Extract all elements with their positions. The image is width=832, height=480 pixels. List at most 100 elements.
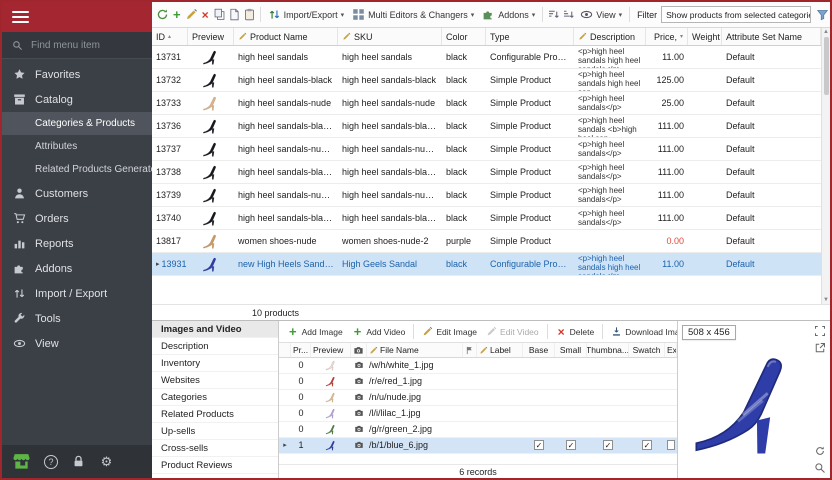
product-row[interactable]: 13817women shoes-nudewomen shoes-nude-2p… xyxy=(152,230,821,253)
edit-video-button[interactable]: Edit Video xyxy=(483,324,542,339)
image-row[interactable]: ▸1/b/1/blue_6.jpg✓✓✓✓ xyxy=(279,438,677,454)
open-external-icon[interactable] xyxy=(814,342,826,354)
scroll-down-icon[interactable]: ▼ xyxy=(823,297,829,303)
thumbnail-checkbox[interactable]: ✓ xyxy=(603,440,613,450)
import-export-button[interactable]: Import/Export ▾ xyxy=(265,6,348,23)
tab-categories[interactable]: Categories xyxy=(152,389,278,406)
cell-text: black xyxy=(446,75,467,85)
duplicate-icon[interactable] xyxy=(228,8,241,21)
help-icon[interactable]: ? xyxy=(44,455,58,469)
small-checkbox[interactable]: ✓ xyxy=(566,440,576,450)
sidebar-item-catalog[interactable]: Catalog xyxy=(2,87,152,112)
image-row[interactable]: 0/g/r/green_2.jpg xyxy=(279,422,677,438)
product-row[interactable]: 13739high heel sandals-nude-37high heel … xyxy=(152,184,821,207)
add-product-icon[interactable]: + xyxy=(171,7,183,22)
product-row[interactable]: 13736high heel sandals-black-36high heel… xyxy=(152,115,821,138)
tab-description[interactable]: Description xyxy=(152,338,278,355)
column-weight[interactable]: Weight xyxy=(688,28,722,45)
product-row[interactable]: 13740high heel sandals-black-38high heel… xyxy=(152,207,821,230)
menu-search-input[interactable] xyxy=(29,39,129,52)
column-description[interactable]: Description xyxy=(574,28,646,45)
sidebar-item-reports[interactable]: Reports xyxy=(2,231,152,256)
sidebar-item-tools[interactable]: Tools xyxy=(2,306,152,331)
download-image-button[interactable]: Download Image xyxy=(608,324,677,339)
filters-button[interactable]: Filters ▾ xyxy=(813,6,830,23)
column-price[interactable]: Price, ▾ xyxy=(646,28,688,45)
sidebar-item-view[interactable]: View xyxy=(2,331,152,356)
image-row[interactable]: 0/r/e/red_1.jpg xyxy=(279,374,677,390)
tab-product-reviews[interactable]: Product Reviews xyxy=(152,457,278,474)
addons-button[interactable]: Addons ▾ xyxy=(479,6,538,23)
product-row[interactable]: 13738high heel sandals-black-37high heel… xyxy=(152,161,821,184)
store-icon[interactable] xyxy=(12,452,31,471)
column-preview[interactable]: Preview xyxy=(188,28,234,45)
sidebar-item-attributes[interactable]: Attributes xyxy=(2,135,152,158)
zoom-icon[interactable] xyxy=(814,462,826,474)
multi-editors-button[interactable]: Multi Editors & Changers ▾ xyxy=(349,6,477,23)
column-type[interactable]: Type xyxy=(486,28,574,45)
category-filter-select[interactable]: Show products from selected categories ▾ xyxy=(661,6,811,23)
sidebar-item-import-export[interactable]: Import / Export xyxy=(2,281,152,306)
column-sku[interactable]: SKU xyxy=(338,28,442,45)
column-small[interactable]: Small xyxy=(555,343,587,357)
delete-image-button[interactable]: × Delete xyxy=(553,323,598,341)
column-preview[interactable]: Preview xyxy=(311,343,351,357)
sort-ascending-icon[interactable] xyxy=(547,8,560,21)
tab-inventory[interactable]: Inventory xyxy=(152,355,278,372)
swatch-checkbox[interactable]: ✓ xyxy=(642,440,652,450)
sidebar-item-related-products-generator[interactable]: Related Products Generator xyxy=(2,158,152,181)
sidebar-item-orders[interactable]: Orders xyxy=(2,206,152,231)
image-row[interactable]: 0/l/i/lilac_1.jpg xyxy=(279,406,677,422)
delete-product-icon[interactable]: × xyxy=(200,8,211,22)
product-row[interactable]: 13732high heel sandals-blackhigh heel sa… xyxy=(152,69,821,92)
add-image-button[interactable]: + Add Image xyxy=(284,322,346,341)
tab-up-sells[interactable]: Up-sells xyxy=(152,423,278,440)
copy-icon[interactable] xyxy=(213,8,226,21)
products-scrollbar[interactable]: ▲ ▼ xyxy=(821,28,830,304)
hamburger-menu-icon[interactable] xyxy=(12,11,29,23)
image-row[interactable]: 0/w/h/white_1.jpg xyxy=(279,358,677,374)
column-color[interactable]: Color xyxy=(442,28,486,45)
sidebar-item-categories-products[interactable]: Categories & Products xyxy=(2,112,152,135)
scrollbar-thumb[interactable] xyxy=(824,37,829,95)
column-swatch[interactable]: Swatch xyxy=(629,343,665,357)
sidebar-item-customers[interactable]: Customers xyxy=(2,181,152,206)
clipboard-icon[interactable] xyxy=(243,8,256,21)
exclude-checkbox[interactable] xyxy=(667,440,675,450)
rotate-icon[interactable] xyxy=(814,445,826,457)
base-checkbox[interactable]: ✓ xyxy=(534,440,544,450)
column-label-col[interactable]: Label xyxy=(477,343,523,357)
column-file-name[interactable]: File Name xyxy=(367,343,463,357)
lock-icon[interactable] xyxy=(71,454,86,469)
sidebar-item-favorites[interactable]: Favorites xyxy=(2,62,152,87)
product-row[interactable]: ▸13931new High Heels SandalsHigh Geels S… xyxy=(152,253,821,276)
edit-product-icon[interactable] xyxy=(185,8,198,21)
image-row[interactable]: 0/n/u/nude.jpg xyxy=(279,390,677,406)
product-row[interactable]: 13731high heel sandalshigh heel sandalsb… xyxy=(152,46,821,69)
expand-icon[interactable] xyxy=(814,325,826,337)
tab-images-and-video[interactable]: Images and Video xyxy=(152,321,278,338)
sidebar-item-addons[interactable]: Addons xyxy=(2,256,152,281)
camera-icon-column[interactable] xyxy=(351,343,367,357)
gear-icon[interactable]: ⚙ xyxy=(99,454,114,469)
column-product-name[interactable]: Product Name xyxy=(234,28,338,45)
product-color: black xyxy=(442,144,486,154)
refresh-icon[interactable] xyxy=(156,8,169,21)
flag-icon-column[interactable] xyxy=(463,343,477,357)
tab-websites[interactable]: Websites xyxy=(152,372,278,389)
column-attribute-set[interactable]: Attribute Set Name xyxy=(722,28,821,45)
column-base[interactable]: Base xyxy=(523,343,555,357)
tab-cross-sells[interactable]: Cross-sells xyxy=(152,440,278,457)
column-id[interactable]: ID ▴ xyxy=(152,28,188,45)
scroll-up-icon[interactable]: ▲ xyxy=(823,29,829,35)
column-exclude[interactable]: Exclude xyxy=(665,343,677,357)
product-row[interactable]: 13737high heel sandals-nude-36high heel … xyxy=(152,138,821,161)
tab-related-products[interactable]: Related Products xyxy=(152,406,278,423)
sort-descending-icon[interactable] xyxy=(562,8,575,21)
view-button[interactable]: View ▾ xyxy=(577,6,625,23)
product-row[interactable]: 13733high heel sandals-nudehigh heel san… xyxy=(152,92,821,115)
column-thumbnail[interactable]: Thumbna... xyxy=(587,343,629,357)
edit-image-button[interactable]: Edit Image xyxy=(419,324,480,339)
add-video-button[interactable]: + Add Video xyxy=(349,322,409,341)
column-position[interactable]: Pr... xyxy=(291,343,311,357)
